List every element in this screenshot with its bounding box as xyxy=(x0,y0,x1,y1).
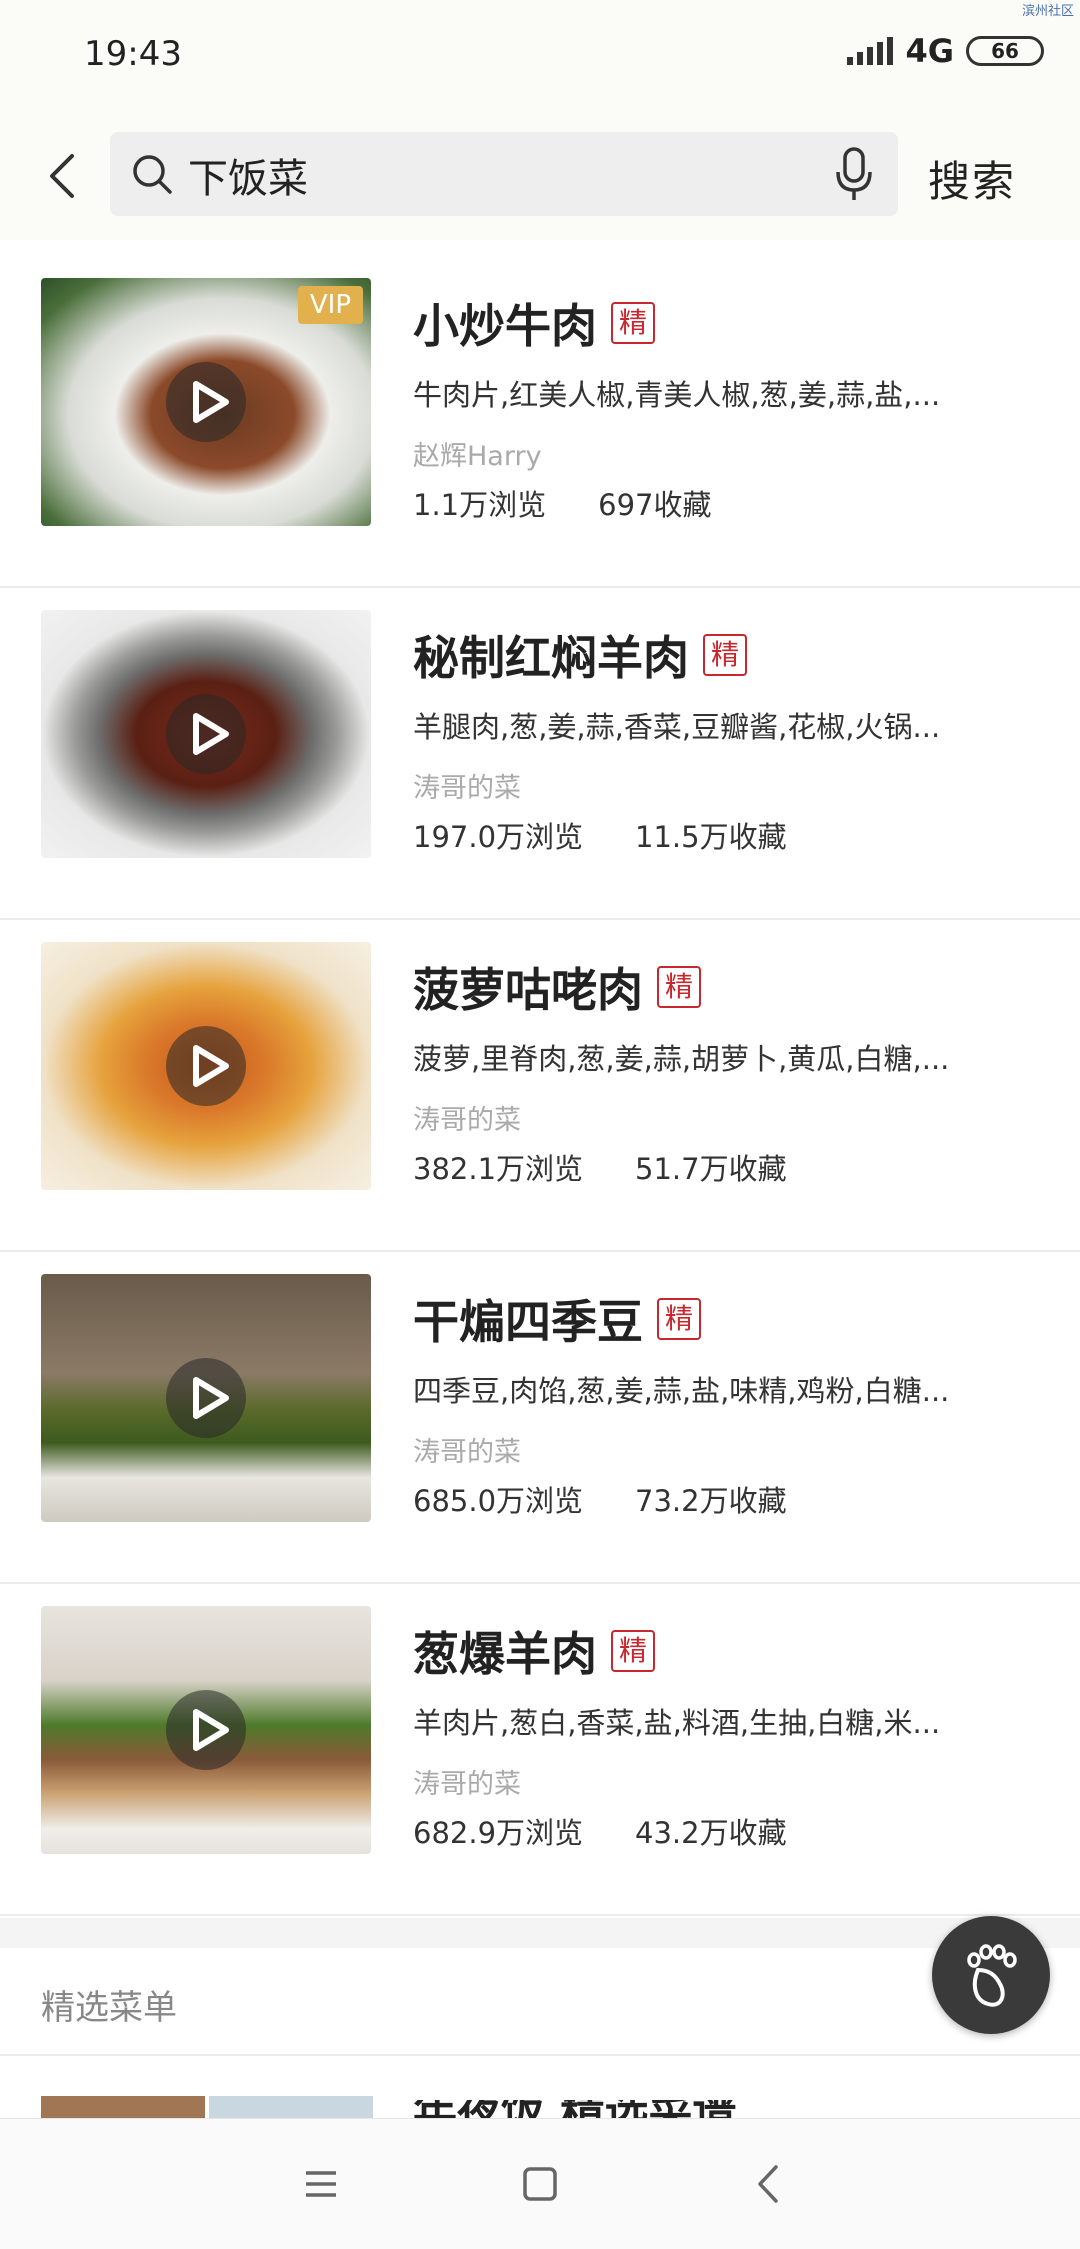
history-footprint-button[interactable] xyxy=(932,1916,1050,2034)
view-count: 682.9万浏览 xyxy=(413,1816,584,1850)
featured-badge: 精 xyxy=(611,1630,656,1672)
vip-badge: VIP xyxy=(297,286,363,324)
recipe-author: 涛哥的菜 xyxy=(413,1105,521,1136)
menu-thumbnail[interactable] xyxy=(41,2096,205,2118)
recipe-item[interactable]: 干煸四季豆 精 四季豆,肉馅,葱,姜,蒜,盐,味精,鸡粉,白糖... 涛哥的菜 … xyxy=(0,1252,1080,1584)
menu-icon xyxy=(306,2171,336,2197)
recipe-item[interactable]: 葱爆羊肉 精 羊肉片,葱白,香菜,盐,料酒,生抽,白糖,米... 涛哥的菜 68… xyxy=(0,1584,1080,1916)
play-icon xyxy=(166,1358,246,1438)
favorite-count: 73.2万收藏 xyxy=(635,1484,787,1518)
featured-badge: 精 xyxy=(657,1298,702,1340)
recipe-stats: 685.0万浏览 73.2万收藏 xyxy=(413,1478,787,1520)
recipe-ingredients: 羊腿肉,葱,姜,蒜,香菜,豆瓣酱,花椒,火锅... xyxy=(413,710,941,744)
system-nav-bar xyxy=(0,2118,1080,2249)
watermark: 滨州社区 xyxy=(1021,4,1074,19)
network-type: 4G xyxy=(905,32,954,70)
recipe-ingredients: 四季豆,肉馅,葱,姜,蒜,盐,味精,鸡粉,白糖... xyxy=(413,1374,950,1408)
recipe-thumbnail xyxy=(41,1606,371,1854)
recipe-title: 秘制红焖羊肉 xyxy=(413,631,689,685)
signal-icon xyxy=(847,37,894,65)
recipe-stats: 382.1万浏览 51.7万收藏 xyxy=(413,1146,787,1188)
recipe-title: 小炒牛肉 xyxy=(413,299,597,353)
section-title: 精选菜单 xyxy=(41,1988,177,2028)
home-square-icon xyxy=(523,2167,557,2201)
recipe-author: 涛哥的菜 xyxy=(413,773,521,804)
recipe-list: VIP 小炒牛肉 精 牛肉片,红美人椒,青美人椒,葱,姜,蒜,盐,... 赵辉H… xyxy=(0,256,1080,1916)
recipe-author: 涛哥的菜 xyxy=(413,1437,521,1468)
battery-level: 66 xyxy=(991,39,1019,63)
search-field[interactable] xyxy=(110,132,898,218)
home-nav-button[interactable] xyxy=(515,2159,565,2209)
battery-icon: 66 xyxy=(966,36,1044,66)
favorite-count: 697收藏 xyxy=(598,488,712,522)
menu-title[interactable]: 年夜饭 精选菜谱 xyxy=(413,2100,813,2118)
recipe-title: 干煸四季豆 xyxy=(413,1295,643,1349)
status-bar: 19:43 滨州社区 4G 66 xyxy=(0,0,1080,110)
recipe-thumbnail: VIP xyxy=(41,278,371,526)
search-button[interactable]: 搜索 xyxy=(928,148,1016,209)
menu-title-text: 年夜饭 精选菜谱 xyxy=(413,2100,736,2118)
favorite-count: 43.2万收藏 xyxy=(635,1816,787,1850)
recipe-thumbnail xyxy=(41,1274,371,1522)
recipe-title: 葱爆羊肉 xyxy=(413,1627,597,1681)
recipe-title: 菠萝咕咾肉 xyxy=(413,963,643,1017)
recipe-item[interactable]: 秘制红焖羊肉 精 羊腿肉,葱,姜,蒜,香菜,豆瓣酱,花椒,火锅... 涛哥的菜 … xyxy=(0,588,1080,920)
back-arrow-icon xyxy=(758,2165,778,2203)
favorite-count: 11.5万收藏 xyxy=(635,820,787,854)
featured-badge: 精 xyxy=(657,966,702,1008)
microphone-icon[interactable] xyxy=(834,146,874,202)
recipe-item[interactable]: 菠萝咕咾肉 精 菠萝,里脊肉,葱,姜,蒜,胡萝卜,黄瓜,白糖,... 涛哥的菜 … xyxy=(0,920,1080,1252)
divider xyxy=(0,2054,1080,2056)
play-icon xyxy=(166,362,246,442)
recipe-stats: 197.0万浏览 11.5万收藏 xyxy=(413,814,787,856)
chevron-left-icon xyxy=(50,154,74,198)
menu-nav-button[interactable] xyxy=(296,2159,346,2209)
footprint-icon xyxy=(967,1944,1017,2007)
back-button[interactable] xyxy=(36,148,92,204)
back-nav-button[interactable] xyxy=(744,2159,794,2209)
recipe-author: 赵辉Harry xyxy=(413,441,542,472)
recipe-ingredients: 羊肉片,葱白,香菜,盐,料酒,生抽,白糖,米... xyxy=(413,1706,941,1740)
search-header: 搜索 xyxy=(0,110,1080,240)
menu-thumbnail[interactable] xyxy=(209,2096,373,2118)
search-icon xyxy=(133,155,172,194)
section-separator xyxy=(0,1918,1080,1948)
play-icon xyxy=(166,1690,246,1770)
favorite-count: 51.7万收藏 xyxy=(635,1152,787,1186)
featured-badge: 精 xyxy=(703,634,748,676)
status-time: 19:43 xyxy=(84,34,182,74)
recipe-author: 涛哥的菜 xyxy=(413,1769,521,1800)
view-count: 1.1万浏览 xyxy=(413,488,547,522)
recipe-thumbnail xyxy=(41,942,371,1190)
recipe-ingredients: 菠萝,里脊肉,葱,姜,蒜,胡萝卜,黄瓜,白糖,... xyxy=(413,1042,950,1076)
view-count: 685.0万浏览 xyxy=(413,1484,584,1518)
recipe-item[interactable]: VIP 小炒牛肉 精 牛肉片,红美人椒,青美人椒,葱,姜,蒜,盐,... 赵辉H… xyxy=(0,256,1080,588)
recipe-stats: 682.9万浏览 43.2万收藏 xyxy=(413,1810,787,1852)
search-input[interactable] xyxy=(186,132,790,218)
recipe-ingredients: 牛肉片,红美人椒,青美人椒,葱,姜,蒜,盐,... xyxy=(413,378,941,412)
play-icon xyxy=(166,694,246,774)
view-count: 382.1万浏览 xyxy=(413,1152,584,1186)
play-icon xyxy=(166,1026,246,1106)
view-count: 197.0万浏览 xyxy=(413,820,584,854)
featured-badge: 精 xyxy=(611,302,656,344)
recipe-thumbnail xyxy=(41,610,371,858)
status-icons: 4G 66 xyxy=(847,32,1044,70)
recipe-stats: 1.1万浏览 697收藏 xyxy=(413,482,711,524)
